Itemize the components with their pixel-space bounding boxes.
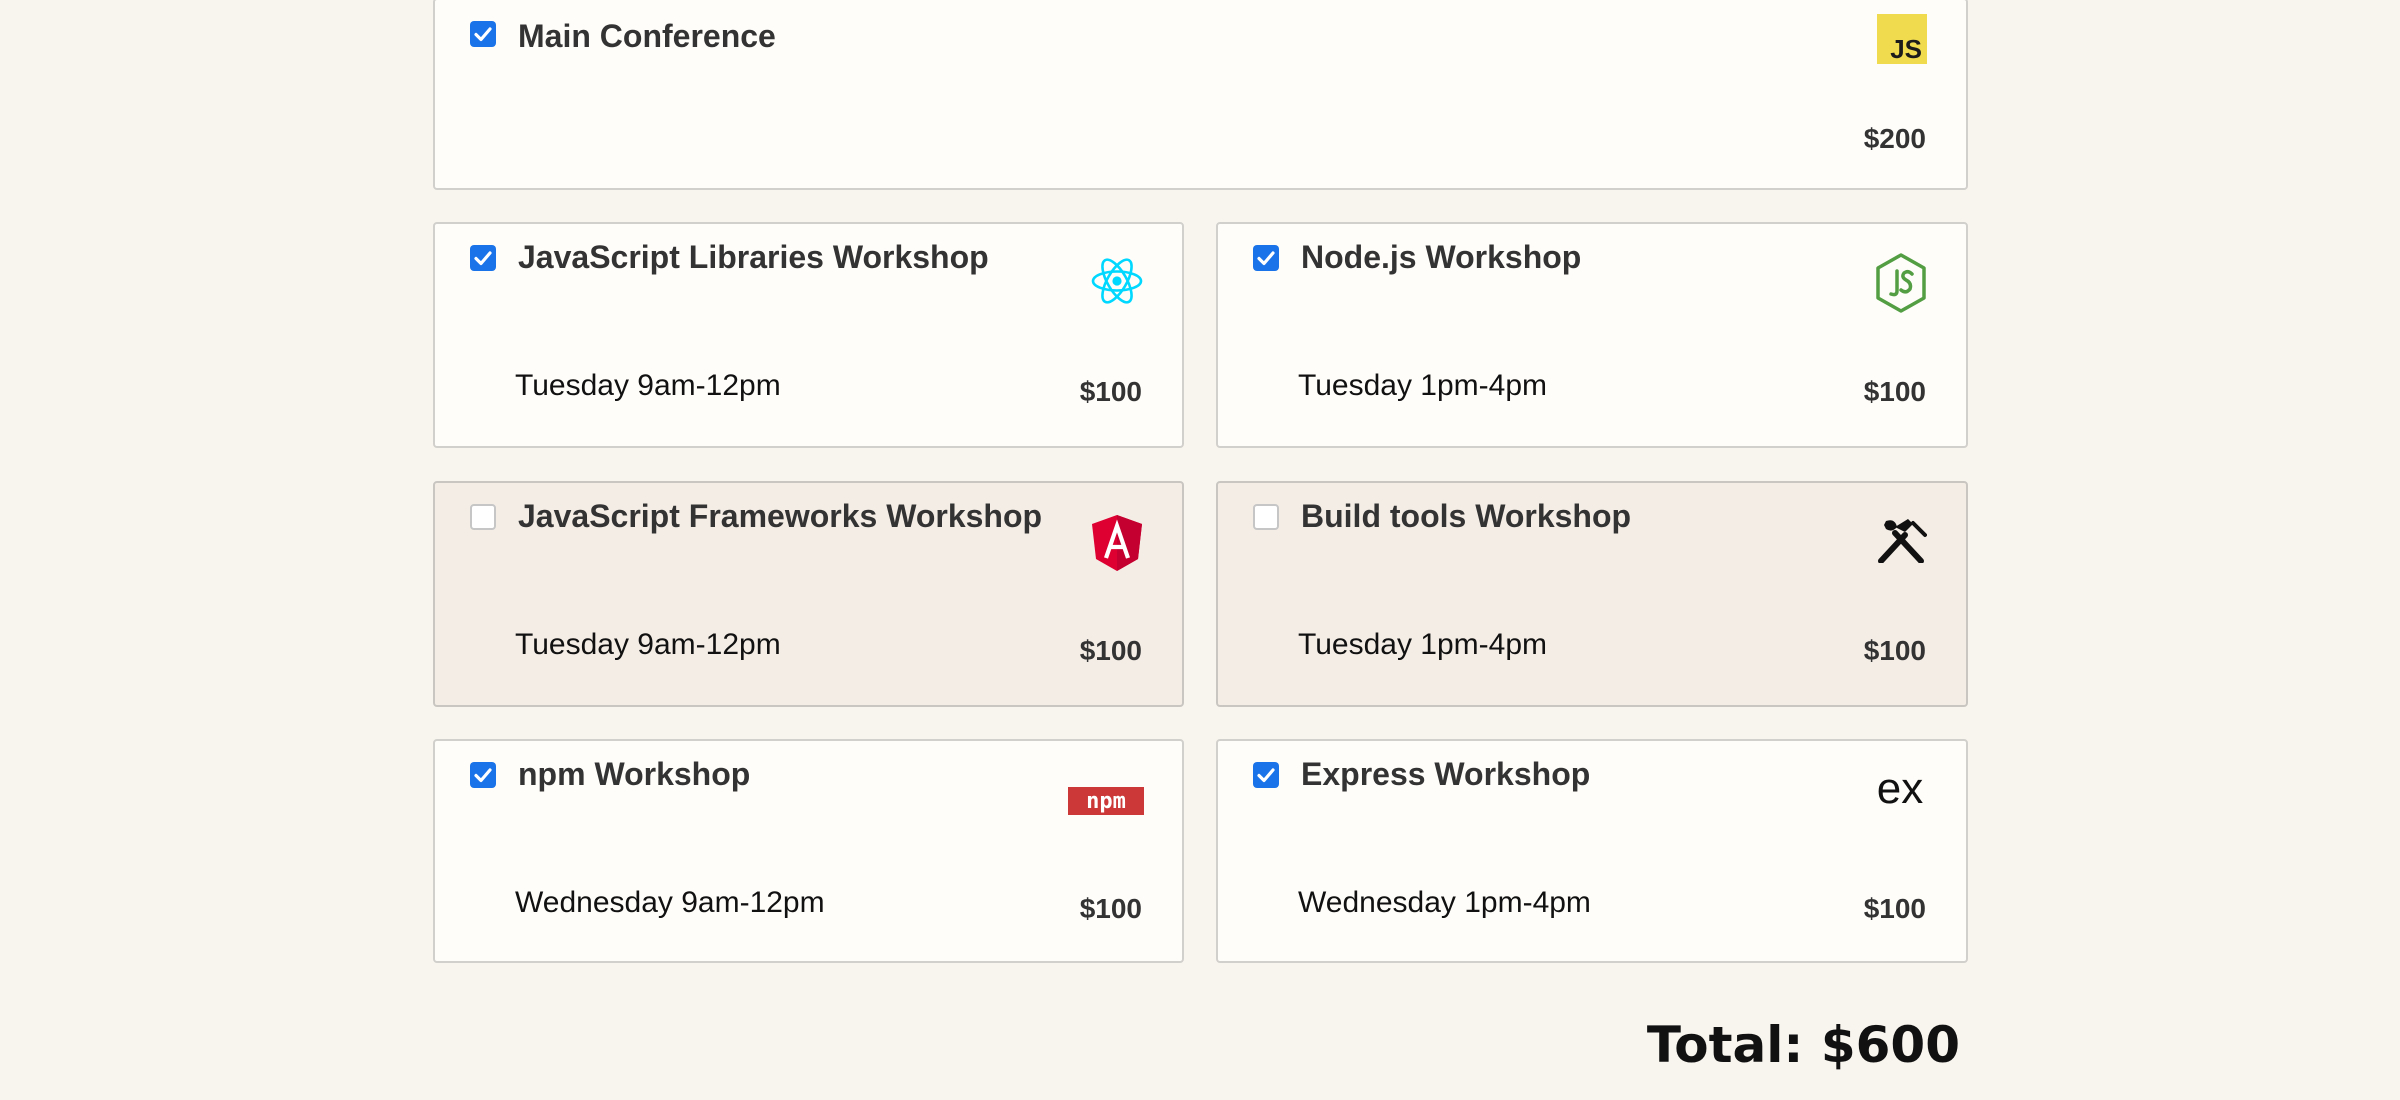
workshop-title: Build tools Workshop (1301, 498, 1632, 534)
react-icon (1090, 254, 1144, 313)
workshop-price: $100 (1863, 376, 1926, 407)
order-total: Total: $600 (1646, 1016, 1960, 1074)
workshop-time: Wednesday 9am-12pm (515, 886, 825, 919)
workshop-card-npm[interactable]: npm Workshop npm Wednesday 9am-12pm $100 (433, 739, 1184, 963)
nodejs-icon (1875, 253, 1927, 318)
workshop-time: Tuesday 1pm-4pm (1298, 369, 1547, 402)
workshop-card-js-frameworks[interactable]: JavaScript Frameworks Workshop Tuesday 9… (433, 481, 1184, 707)
workshop-checkbox[interactable] (1253, 762, 1279, 788)
workshop-title: npm Workshop (518, 756, 751, 792)
svg-text:ex: ex (1877, 771, 1923, 811)
main-conference-checkbox[interactable] (470, 21, 496, 47)
workshop-checkbox[interactable] (1253, 245, 1279, 271)
workshop-price: $100 (1079, 635, 1142, 666)
main-conference-card[interactable]: Main Conference JS $200 (433, 0, 1968, 190)
workshop-price: $100 (1079, 893, 1142, 924)
workshop-title: Express Workshop (1301, 756, 1591, 792)
workshop-title: Node.js Workshop (1301, 239, 1582, 275)
workshop-card-express[interactable]: Express Workshop ex Wednesday 1pm-4pm $1… (1216, 739, 1968, 963)
main-conference-title: Main Conference (518, 18, 776, 54)
workshop-title: JavaScript Libraries Workshop (518, 239, 989, 275)
workshop-price: $100 (1863, 893, 1926, 924)
workshop-checkbox[interactable] (470, 245, 496, 271)
workshop-checkbox[interactable] (470, 504, 496, 530)
angular-icon (1092, 515, 1142, 576)
workshop-title: JavaScript Frameworks Workshop (518, 498, 1043, 534)
main-conference-price: $200 (1863, 123, 1926, 154)
tools-icon (1875, 517, 1927, 568)
workshop-time: Tuesday 9am-12pm (515, 628, 781, 661)
express-icon: ex (1873, 764, 1927, 816)
workshop-card-build-tools[interactable]: Build tools Workshop Tuesday 1pm-4pm $10… (1216, 481, 1968, 707)
workshop-checkbox[interactable] (1253, 504, 1279, 530)
svg-text:npm: npm (1086, 789, 1126, 814)
workshop-time: Tuesday 1pm-4pm (1298, 628, 1547, 661)
workshop-price: $100 (1079, 376, 1142, 407)
workshop-card-js-libraries[interactable]: JavaScript Libraries Workshop Tuesday 9a… (433, 222, 1184, 448)
workshop-card-nodejs[interactable]: Node.js Workshop Tuesday 1pm-4pm $100 (1216, 222, 1968, 448)
workshop-checkbox[interactable] (470, 762, 496, 788)
js-icon: JS (1877, 14, 1927, 69)
svg-text:JS: JS (1890, 34, 1922, 64)
npm-icon: npm (1068, 787, 1144, 820)
workshop-time: Wednesday 1pm-4pm (1298, 886, 1591, 919)
workshop-time: Tuesday 9am-12pm (515, 369, 781, 402)
workshop-price: $100 (1863, 635, 1926, 666)
